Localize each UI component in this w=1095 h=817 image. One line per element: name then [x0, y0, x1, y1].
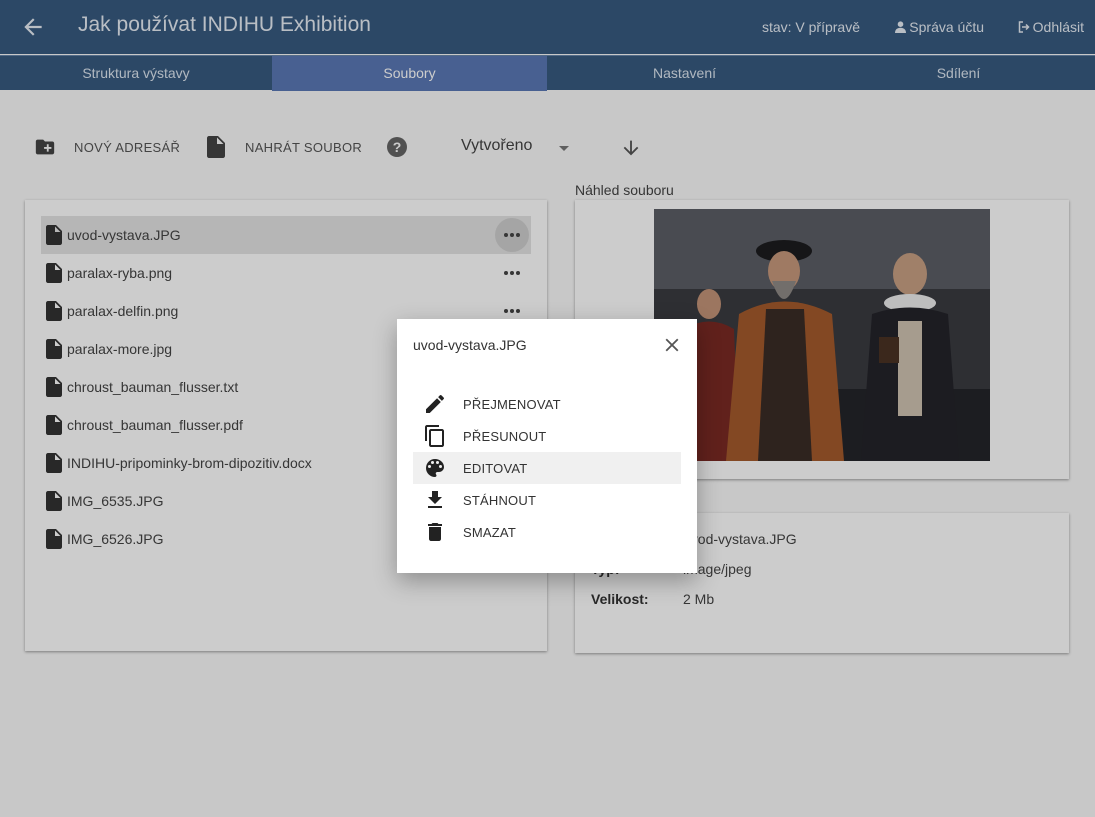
pencil-icon — [426, 394, 445, 413]
copy-icon — [425, 425, 444, 447]
trash-icon — [428, 523, 442, 541]
download-menu-item[interactable]: STÁHNOUT — [413, 484, 681, 516]
rename-label: PŘEJMENOVAT — [463, 396, 561, 412]
edit-menu-item[interactable]: EDITOVAT — [413, 452, 681, 484]
delete-menu-item[interactable]: SMAZAT — [413, 516, 681, 548]
rename-menu-item[interactable]: PŘEJMENOVAT — [413, 388, 681, 420]
download-icon — [428, 491, 442, 508]
edit-label: EDITOVAT — [463, 460, 528, 476]
close-icon[interactable] — [661, 334, 683, 356]
file-actions-dialog: uvod-vystava.JPG PŘEJMENOVAT PŘESUNOUT E… — [397, 319, 697, 573]
delete-label: SMAZAT — [463, 524, 516, 540]
dialog-title: uvod-vystava.JPG — [413, 337, 527, 353]
palette-icon — [426, 459, 444, 477]
move-menu-item[interactable]: PŘESUNOUT — [413, 420, 681, 452]
download-label: STÁHNOUT — [463, 492, 537, 508]
move-label: PŘESUNOUT — [463, 428, 547, 444]
